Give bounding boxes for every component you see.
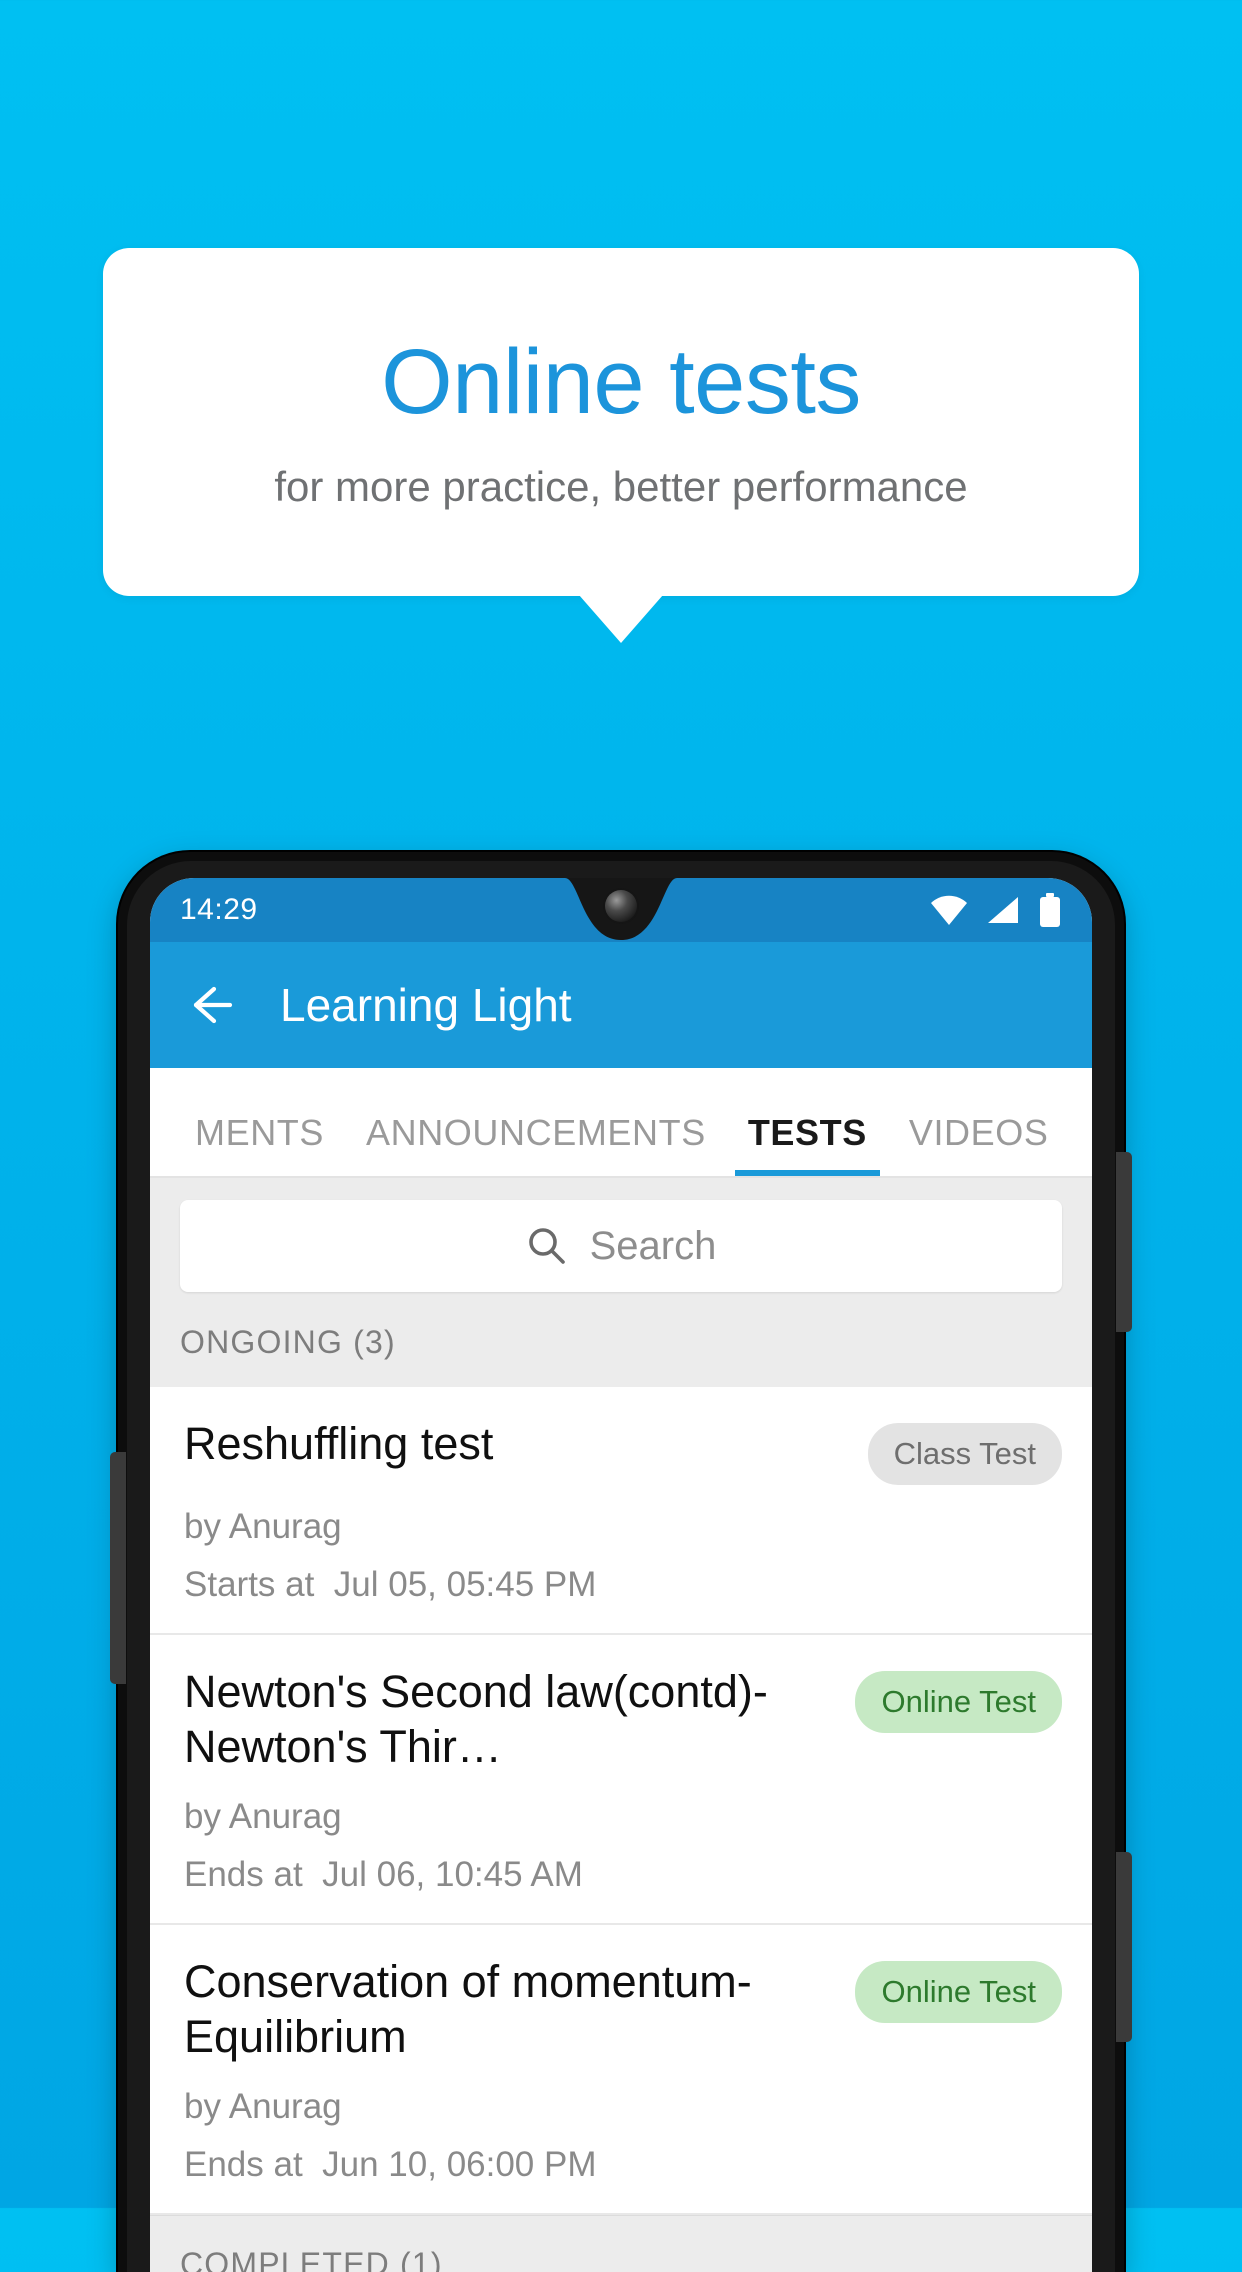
app-bar-title: Learning Light	[280, 979, 572, 1031]
battery-icon	[1040, 893, 1060, 927]
camera-lens-icon	[605, 890, 637, 922]
phone-volume-button[interactable]	[1116, 1852, 1132, 2042]
test-time-value: Jun 10, 06:00 PM	[322, 2144, 597, 2184]
test-author: by Anurag	[184, 1796, 342, 1836]
status-bar-icons	[930, 893, 1062, 927]
status-bar-time: 14:29	[180, 893, 258, 926]
search-placeholder: Search	[589, 1223, 717, 1268]
promo-subtitle: for more practice, better performance	[274, 463, 968, 511]
search-input[interactable]: Search	[180, 1200, 1062, 1292]
section-header-ongoing: ONGOING (3)	[150, 1318, 1092, 1387]
search-container: Search	[150, 1178, 1092, 1318]
promo-title: Online tests	[381, 330, 861, 433]
wifi-icon	[931, 895, 967, 925]
test-author: by Anurag	[184, 2086, 342, 2126]
promo-card: Online tests for more practice, better p…	[103, 248, 1139, 596]
app-bar: Learning Light	[150, 942, 1092, 1068]
phone-power-button[interactable]	[1116, 1152, 1132, 1332]
phone-notch	[527, 878, 715, 940]
test-list-item[interactable]: Reshuffling test Class Test by Anurag St…	[150, 1387, 1092, 1635]
phone-mockup: 14:29 Learning Light MENTS ANNOUNCEMENTS…	[110, 852, 1132, 2272]
tab-bar: MENTS ANNOUNCEMENTS TESTS VIDEOS	[150, 1068, 1092, 1178]
test-item-header-row: Conservation of momentum-Equilibrium Onl…	[184, 1955, 1062, 2065]
tab-ments[interactable]: MENTS	[174, 1112, 345, 1176]
tab-tests[interactable]: TESTS	[727, 1112, 888, 1176]
test-title: Newton's Second law(contd)-Newton's Thir…	[184, 1666, 768, 1772]
test-time-value: Jul 05, 05:45 PM	[333, 1565, 597, 1604]
test-item-header-row: Reshuffling test Class Test	[184, 1417, 1062, 1485]
status-badge: Online Test	[855, 1960, 1062, 2023]
status-badge: Class Test	[867, 1423, 1062, 1485]
test-time: Ends at Jul 06, 10:45 AM	[184, 1855, 1062, 1895]
signal-icon	[988, 897, 1018, 923]
section-header-completed: COMPLETED (1)	[150, 2214, 1092, 2272]
test-author: by Anurag	[184, 1507, 342, 1546]
test-time: Ends at Jun 10, 06:00 PM	[184, 2145, 1062, 2185]
test-time-label: Starts at	[184, 1565, 315, 1604]
promo-card-tail	[579, 595, 663, 643]
status-badge: Online Test	[855, 1671, 1062, 1733]
back-arrow-icon[interactable]	[184, 978, 238, 1032]
test-time: Starts at Jul 05, 05:45 PM	[184, 1565, 1062, 1605]
test-list-item[interactable]: Conservation of momentum-Equilibrium Onl…	[150, 1924, 1092, 2215]
test-item-header-row: Newton's Second law(contd)-Newton's Thir…	[184, 1665, 1062, 1775]
phone-screen: 14:29 Learning Light MENTS ANNOUNCEMENTS…	[150, 878, 1092, 2272]
status-bar: 14:29	[150, 878, 1092, 942]
tab-announcements[interactable]: ANNOUNCEMENTS	[345, 1112, 727, 1176]
tab-videos[interactable]: VIDEOS	[888, 1112, 1070, 1176]
test-list-item[interactable]: Newton's Second law(contd)-Newton's Thir…	[150, 1635, 1092, 1925]
test-time-label: Ends at	[184, 2144, 303, 2184]
test-title: Reshuffling test	[184, 1418, 494, 1469]
search-icon	[528, 1228, 565, 1264]
test-time-value: Jul 06, 10:45 AM	[322, 1854, 583, 1894]
phone-left-side-button[interactable]	[110, 1452, 126, 1684]
test-title: Conservation of momentum-Equilibrium	[184, 1955, 752, 2062]
test-time-label: Ends at	[184, 1854, 303, 1894]
